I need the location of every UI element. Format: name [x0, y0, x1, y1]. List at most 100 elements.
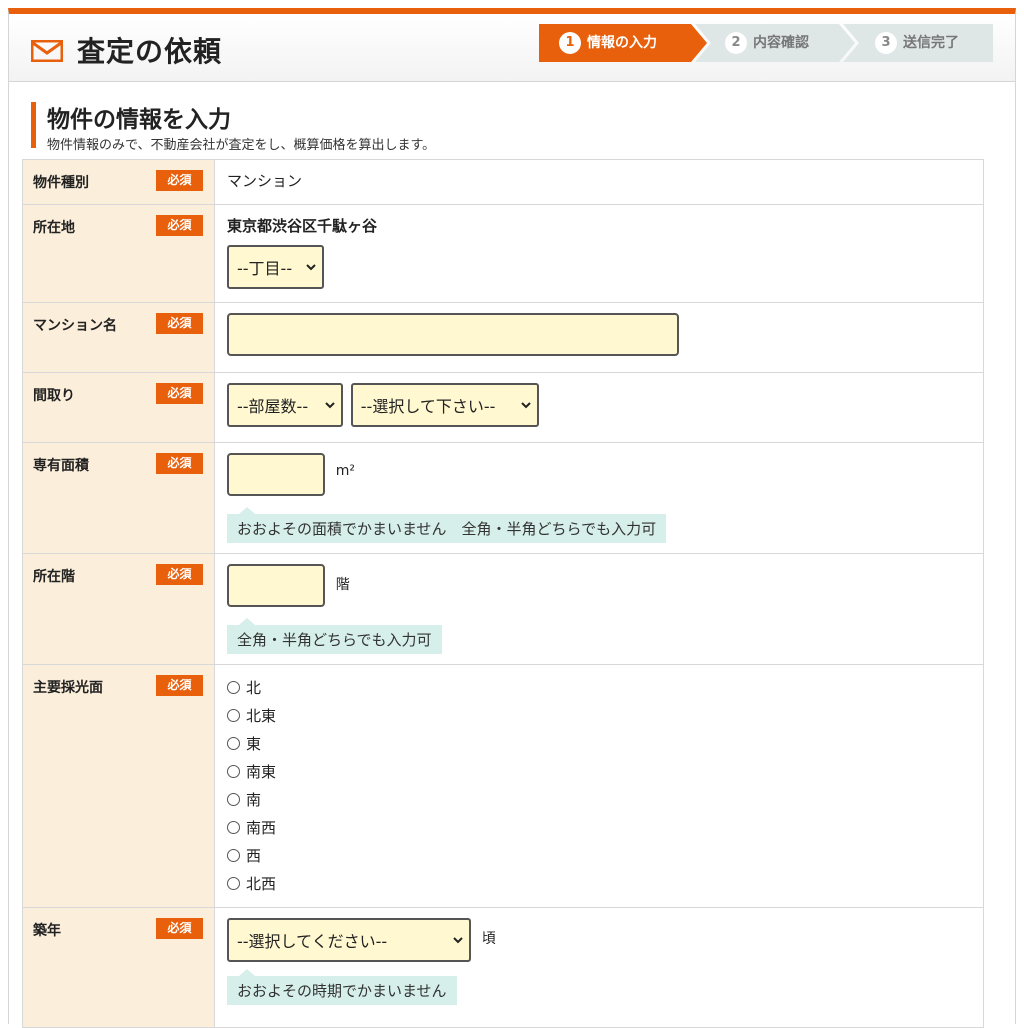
row-property-type: 物件種別 必須 マンション [22, 159, 984, 205]
required-badge: 必須 [156, 383, 203, 404]
value-cell: 階 全角・半角どちらでも入力可 [214, 553, 984, 665]
select-value: --選択してください-- [237, 932, 388, 951]
radio-label: 北 [246, 678, 262, 697]
radio-option-west[interactable]: 西 [227, 841, 971, 869]
label-cell: 物件種別 必須 [22, 159, 215, 205]
radio-label: 西 [246, 846, 262, 865]
label-cell: 築年 必須 [22, 907, 215, 1028]
radio-button[interactable] [227, 876, 240, 890]
section-title: 物件の情報を入力 [47, 107, 231, 133]
radio-label: 南 [246, 790, 262, 809]
step-label: 内容確認 [753, 35, 809, 51]
radio-option-north[interactable]: 北 [227, 673, 971, 701]
radio-option-southwest[interactable]: 南西 [227, 813, 971, 841]
built-year-hint: おおよその時期でかまいません [227, 969, 457, 1005]
value-cell: 東京都渋谷区千駄ヶ谷 --丁目-- [214, 204, 984, 303]
area-input[interactable] [227, 453, 325, 496]
property-form-table: 物件種別 必須 マンション 所在地 必須 東京都渋谷区千駄ヶ谷 --丁目-- マ… [22, 159, 984, 1028]
hint-arrow [239, 969, 255, 976]
label-cell: 所在階 必須 [22, 553, 215, 665]
chevron-down-icon [453, 937, 463, 944]
step-label: 情報の入力 [587, 35, 657, 51]
field-label: 専有面積 [33, 458, 89, 474]
required-badge: 必須 [156, 313, 203, 334]
row-mansion-name: マンション名 必須 [22, 302, 984, 373]
value-cell: --部屋数-- --選択して下さい-- [214, 372, 984, 443]
built-year-select[interactable]: --選択してください-- [227, 918, 471, 962]
floor-input[interactable] [227, 564, 325, 607]
step-input: 1 情報の入力 [539, 24, 707, 62]
value-cell: 北 北東 東 南東 南 南西 西 北西 [214, 664, 984, 908]
hint-arrow [239, 618, 255, 625]
built-year-unit: 頃 [481, 931, 496, 947]
radio-button[interactable] [227, 848, 240, 862]
required-badge: 必須 [156, 453, 203, 474]
hint-text: おおよその時期でかまいません [227, 976, 457, 1005]
field-label: 間取り [33, 388, 75, 404]
value-cell: マンション [214, 159, 984, 205]
radio-option-southeast[interactable]: 南東 [227, 757, 971, 785]
mail-icon [31, 40, 63, 62]
field-label: 主要採光面 [33, 680, 103, 696]
floor-unit: 階 [335, 577, 350, 593]
radio-button[interactable] [227, 792, 240, 806]
radio-option-south[interactable]: 南 [227, 785, 971, 813]
page-title: 査定の依頼 [77, 35, 223, 68]
radio-button[interactable] [227, 736, 240, 750]
value-cell: m² おおよその面積でかまいません 全角・半角どちらでも入力可 [214, 442, 984, 554]
row-layout: 間取り 必須 --部屋数-- --選択して下さい-- [22, 372, 984, 443]
required-badge: 必須 [156, 564, 203, 585]
area-unit: m² [335, 463, 356, 479]
radio-button[interactable] [227, 708, 240, 722]
select-value: --部屋数-- [237, 397, 309, 416]
field-label: 物件種別 [33, 175, 89, 191]
field-label: 所在階 [33, 569, 75, 585]
radio-label: 南西 [246, 818, 277, 837]
row-location: 所在地 必須 東京都渋谷区千駄ヶ谷 --丁目-- [22, 204, 984, 303]
row-floor: 所在階 必須 階 全角・半角どちらでも入力可 [22, 553, 984, 665]
value-cell: --選択してください-- 頃 おおよその時期でかまいません [214, 907, 984, 1028]
address-text: 東京都渋谷区千駄ヶ谷 [227, 217, 378, 235]
progress-steps: 1 情報の入力 2 内容確認 3 送信完了 [539, 24, 993, 62]
required-badge: 必須 [156, 215, 203, 236]
radio-label: 東 [246, 734, 262, 753]
required-badge: 必須 [156, 170, 203, 191]
label-cell: 間取り 必須 [22, 372, 215, 443]
row-orientation: 主要採光面 必須 北 北東 東 南東 南 南西 西 北西 [22, 664, 984, 908]
required-badge: 必須 [156, 675, 203, 696]
radio-label: 北西 [246, 874, 277, 893]
chevron-down-icon [325, 402, 335, 409]
label-cell: 専有面積 必須 [22, 442, 215, 554]
hint-text: 全角・半角どちらでも入力可 [227, 625, 442, 654]
chevron-down-icon [521, 402, 531, 409]
area-hint: おおよその面積でかまいません 全角・半角どちらでも入力可 [227, 507, 667, 543]
step-complete: 3 送信完了 [843, 24, 993, 62]
hint-text: おおよその面積でかまいません 全角・半角どちらでも入力可 [227, 514, 667, 543]
section-heading: 物件の情報を入力 物件情報のみで、不動産会社が査定をし、概算価格を算出します。 [9, 82, 1015, 168]
field-label: マンション名 [33, 318, 117, 334]
radio-option-northwest[interactable]: 北西 [227, 869, 971, 897]
rooms-select[interactable]: --部屋数-- [227, 383, 343, 427]
step-label: 送信完了 [903, 35, 959, 51]
radio-button[interactable] [227, 820, 240, 834]
section-accent-bar [31, 102, 36, 148]
floor-hint: 全角・半角どちらでも入力可 [227, 618, 442, 654]
radio-label: 南東 [246, 762, 277, 781]
radio-button[interactable] [227, 764, 240, 778]
radio-option-east[interactable]: 東 [227, 729, 971, 757]
value-cell [214, 302, 984, 373]
step-number: 3 [875, 32, 897, 54]
select-value: --丁目-- [237, 259, 293, 278]
radio-option-northeast[interactable]: 北東 [227, 701, 971, 729]
field-label: 所在地 [33, 220, 75, 236]
radio-button[interactable] [227, 680, 240, 694]
section-description: 物件情報のみで、不動産会社が査定をし、概算価格を算出します。 [47, 138, 436, 153]
hint-arrow [239, 507, 255, 514]
mansion-name-input[interactable] [227, 313, 679, 356]
property-type-value: マンション [227, 172, 303, 190]
step-confirm: 2 内容確認 [695, 24, 855, 62]
chome-select[interactable]: --丁目-- [227, 245, 324, 289]
layout-type-select[interactable]: --選択して下さい-- [350, 383, 539, 427]
required-badge: 必須 [156, 918, 203, 939]
step-number: 1 [559, 32, 581, 54]
